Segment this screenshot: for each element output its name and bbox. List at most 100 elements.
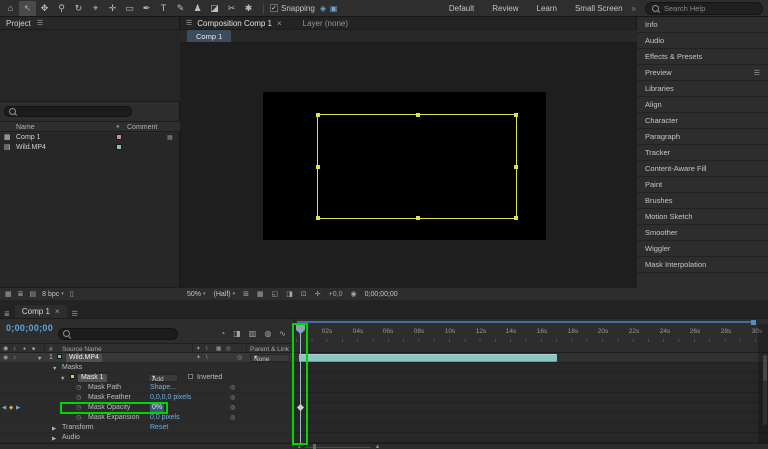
viewer-tab-comp1[interactable]: Comp 1 [187,30,232,42]
mask-inverted-checkbox[interactable] [188,374,193,379]
expand-mask1-icon[interactable]: ▼ [60,375,65,383]
graph-row[interactable] [295,393,768,403]
panel-menu-icon[interactable]: ☰ [37,19,43,27]
magnification-select[interactable]: 50% ▾ [187,291,206,298]
camera-tool-icon[interactable]: ⌖ [87,1,104,16]
panel-tab-motion-sketch[interactable]: Motion Sketch [637,209,768,225]
panel-grip-icon[interactable]: ≣ [4,310,10,318]
panel-tab-preview[interactable]: Preview ☰ [637,65,768,81]
stopwatch-icon[interactable]: ◷ [76,414,81,422]
workspace-review[interactable]: Review [492,4,518,13]
previous-keyframe-icon[interactable]: ◀ [2,404,6,412]
parent-dropdown[interactable]: None ▾ [250,354,290,363]
transform-group-row[interactable]: ▶ Transform Reset [0,423,295,433]
mask-expansion-row[interactable]: ◷ Mask Expansion 0,0 pixels ◎ [0,413,295,423]
parent-pickwhip-icon[interactable]: ◎ [237,354,242,362]
close-tab-icon[interactable]: × [55,307,60,316]
panel-tab-tracker[interactable]: Tracker [637,145,768,161]
brush-tool-icon[interactable]: ✎ [172,1,189,16]
roto-brush-tool-icon[interactable]: ✂ [223,1,240,16]
eye-icon[interactable]: ◉ [3,354,8,362]
property-name[interactable]: Mask Expansion [88,414,139,422]
property-value[interactable]: 0% [150,404,165,412]
grid-guides-icon[interactable]: ▦ [257,290,264,298]
layer-quality-switch-icon[interactable]: \ [206,354,208,362]
label-color-chip[interactable] [116,134,122,140]
column-number[interactable]: # [49,346,53,353]
current-time-indicator-line[interactable] [300,325,301,443]
add-keyframe-icon[interactable]: ◆ [9,404,13,412]
zoom-in-icon[interactable]: ▲ [375,444,381,449]
expand-masks-icon[interactable]: ▼ [52,365,57,373]
current-time-display[interactable]: 0;00;00;00 [6,323,53,333]
audio-label[interactable]: Audio [62,434,80,442]
mask-handle[interactable] [316,165,320,169]
next-keyframe-icon[interactable]: ▶ [16,404,20,412]
column-source-name[interactable]: Source Name [62,346,102,353]
orbit-camera-tool-icon[interactable]: ↻ [70,1,87,16]
mask-mode-dropdown[interactable]: Add ▾ [148,374,178,383]
list-view-icon[interactable]: ≣ [18,290,24,298]
property-value[interactable]: 0,0 pixels [150,414,180,422]
lock-icon[interactable]: ■ [32,346,35,353]
selection-tool-icon[interactable]: ↖ [19,0,36,16]
panel-tab-audio[interactable]: Audio [637,33,768,49]
home-icon[interactable]: ⌂ [2,1,19,16]
zoom-tool-icon[interactable]: ⚲ [53,1,70,16]
audio-icon[interactable]: ♪ [13,354,16,362]
panel-tab-character[interactable]: Character [637,113,768,129]
mask-handle[interactable] [514,113,518,117]
masks-group-row[interactable]: ▼ Masks [0,363,295,373]
timeline-search-field[interactable] [58,328,178,340]
zoom-slider[interactable] [304,443,371,449]
motion-blur-icon[interactable]: ◍ [264,329,271,338]
workspace-overflow-icon[interactable]: » [632,4,636,13]
transform-reset[interactable]: Reset [150,424,168,432]
pen-tool-icon[interactable]: ✒ [138,1,155,16]
expand-layer-icon[interactable]: ▼ [37,355,42,363]
project-row-footage[interactable]: ▤ Wild.MP4 [0,143,179,153]
panel-menu-icon[interactable]: ☰ [754,69,760,77]
project-column-headers[interactable]: Name ● Comment [0,121,180,132]
property-pickwhip-icon[interactable]: ◎ [230,384,235,392]
graph-row[interactable] [295,433,768,443]
pan-behind-tool-icon[interactable]: ✛ [104,1,121,16]
mask-handle[interactable] [316,216,320,220]
stopwatch-icon[interactable]: ◷ [76,384,81,392]
panel-tab-mask-interpolation[interactable]: Mask Interpolation [637,257,768,273]
grid-view-icon[interactable]: ▦ [5,290,12,298]
panel-tab-content-aware-fill[interactable]: Content-Aware Fill [637,161,768,177]
panel-tab-smoother[interactable]: Smoother [637,225,768,241]
type-tool-icon[interactable]: T [155,1,172,16]
help-search-input[interactable] [664,4,756,13]
layer-fx-switch-icon[interactable]: ✦ [196,354,201,362]
trash-icon[interactable]: ▯ [70,290,74,298]
graph-row[interactable] [295,403,768,413]
masks-group-label[interactable]: Masks [62,364,82,372]
channel-icon[interactable]: ◨ [286,290,293,298]
layer-source-name[interactable]: Wild.MP4 [66,354,102,362]
eraser-tool-icon[interactable]: ◪ [206,1,223,16]
graph-row[interactable] [295,373,768,383]
snapshot-camera-icon[interactable]: ◉ [351,290,357,298]
mini-flowchart-icon[interactable]: ◔ [220,329,225,338]
panel-menu-icon[interactable]: ☰ [186,19,192,27]
work-area-bar[interactable] [297,321,755,323]
column-parent-link[interactable]: Parent & Link [250,346,289,353]
zoom-out-icon[interactable]: ▴ [298,444,301,449]
new-folder-icon[interactable]: ▤ [30,290,37,298]
graph-row[interactable] [295,363,768,373]
snap-to-features-icon[interactable]: ▣ [330,4,338,13]
graph-row[interactable] [295,423,768,433]
viewer-timecode[interactable]: 0;00;00;00 [365,291,398,298]
property-value[interactable]: 0,0,0,0 pixels [150,394,191,402]
panel-tab-align[interactable]: Align [637,97,768,113]
zoom-slider-thumb[interactable] [312,443,316,449]
transform-label[interactable]: Transform [62,424,94,432]
stopwatch-icon[interactable]: ◷ [76,394,81,402]
audio-icon[interactable]: ♪ [13,346,16,353]
puppet-pin-tool-icon[interactable]: ✱ [240,1,257,16]
mask-name[interactable]: Mask 1 [78,374,107,382]
tab-layer[interactable]: Layer (none) [303,19,348,28]
layer-row-wild-mp4[interactable]: ◉ ♪ ▼ 1 Wild.MP4 ✦ \ ◎ None ▾ [0,353,295,363]
